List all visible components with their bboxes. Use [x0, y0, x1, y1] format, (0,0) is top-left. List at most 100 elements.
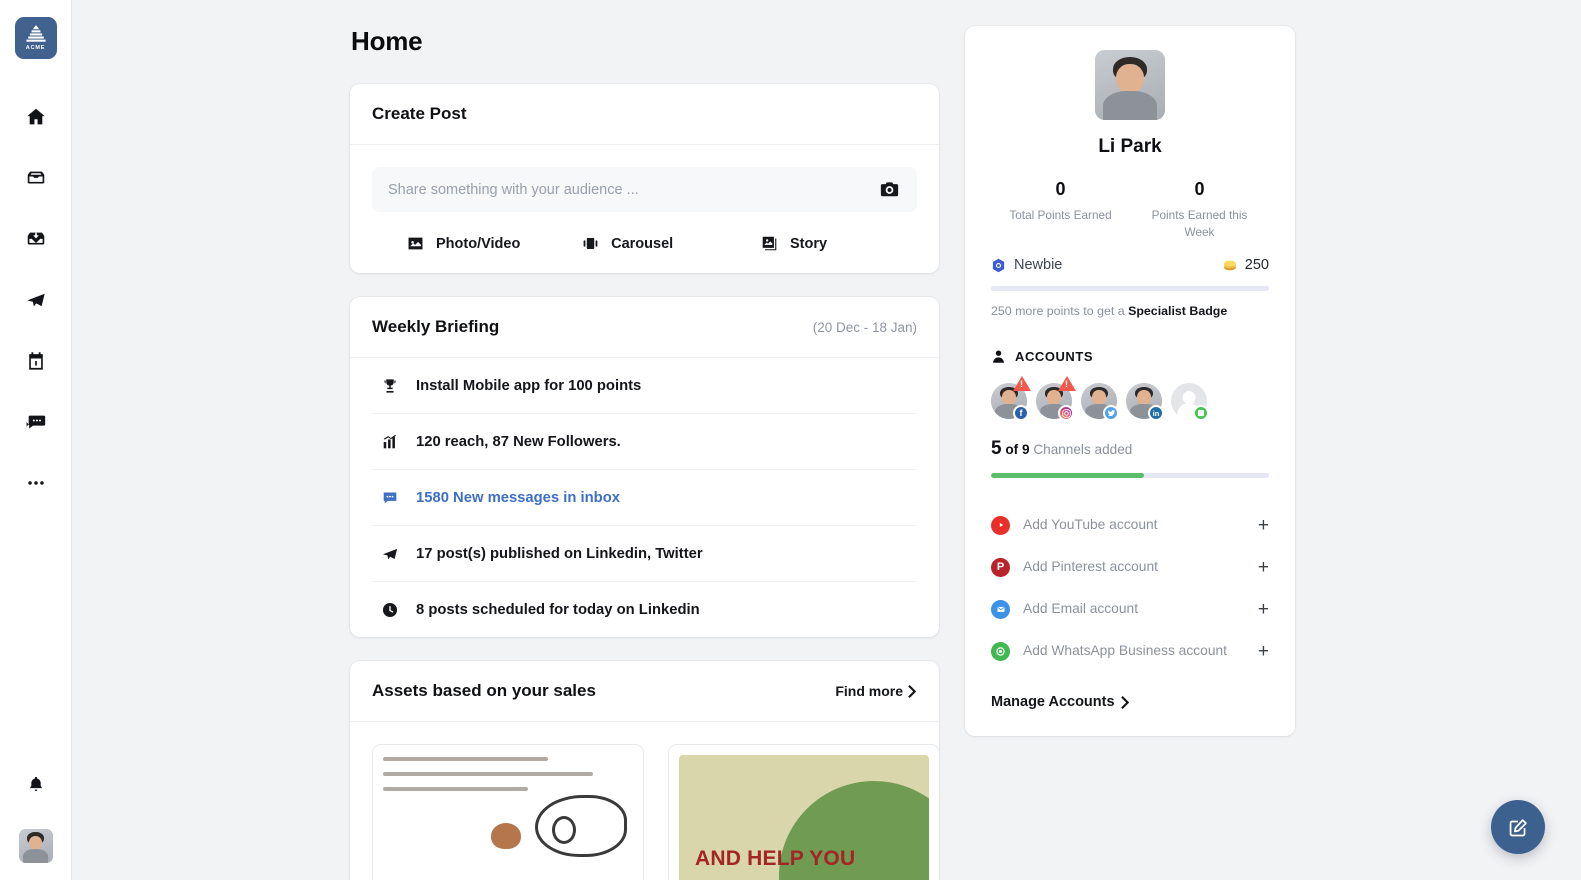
carousel-icon — [583, 237, 598, 250]
content-grid: Home Create Post Share something with yo… — [72, 0, 1581, 880]
sidebar-item-publish[interactable] — [14, 278, 58, 322]
add-pinterest-plus[interactable]: + — [1258, 558, 1269, 577]
add-youtube-account-row[interactable]: Add YouTube account + — [991, 504, 1269, 546]
create-post-body: Photo/Video Carousel Story — [350, 145, 939, 273]
assets-card: Assets based on your sales Find more AND… — [350, 661, 939, 880]
post-text-input[interactable] — [388, 181, 878, 198]
channels-progress-fill — [991, 473, 1144, 479]
briefing-item[interactable]: Install Mobile app for 100 points — [372, 358, 917, 414]
compose-icon — [1509, 818, 1527, 836]
email-icon — [991, 599, 1010, 619]
add-account-list: Add YouTube account + P Add Pinterest ac… — [991, 504, 1269, 672]
asset-card-promo[interactable]: AND HELP YOU — [668, 744, 939, 880]
add-whatsapp-plus[interactable]: + — [1258, 642, 1269, 661]
channels-progress-bar — [991, 473, 1269, 479]
ziggurat-icon — [25, 25, 46, 42]
camera-button[interactable] — [878, 178, 901, 201]
channels-of: of 9 — [1001, 442, 1034, 458]
weekly-briefing-header: Weekly Briefing (20 Dec - 18 Jan) — [350, 297, 939, 358]
profile-stats: 0 Total Points Earned 0 Points Earned th… — [991, 179, 1269, 241]
find-more-button[interactable]: Find more — [835, 683, 917, 699]
stat-value: 0 — [1194, 179, 1205, 199]
asset-card-sketch[interactable] — [372, 744, 644, 880]
briefing-item[interactable]: 120 reach, 87 New Followers. — [372, 414, 917, 470]
stat-value: 0 — [1055, 179, 1066, 199]
weekly-briefing-list: Install Mobile app for 100 points 120 re… — [350, 358, 939, 637]
channels-label: Channels added — [1033, 442, 1133, 458]
account-avatar-instagram[interactable] — [1036, 376, 1076, 422]
compose-fab-button[interactable] — [1491, 800, 1545, 854]
create-post-header: Create Post — [350, 84, 939, 145]
sidebar-item-calendar[interactable] — [14, 339, 58, 383]
main-area: Home Create Post Share something with yo… — [72, 0, 1581, 880]
account-avatar-facebook[interactable]: f — [991, 376, 1031, 422]
paper-plane-icon — [26, 293, 45, 307]
create-post-actions: Photo/Video Carousel Story — [372, 234, 917, 253]
rank-label: Newbie — [1014, 257, 1063, 274]
connected-accounts: f — [991, 376, 1269, 422]
ellipsis-icon — [27, 481, 44, 485]
action-story[interactable]: Story — [760, 234, 909, 253]
next-badge-name: Specialist Badge — [1128, 304, 1228, 319]
sidebar-item-more[interactable] — [14, 461, 58, 505]
add-email-plus[interactable]: + — [1258, 600, 1269, 619]
account-avatar-placeholder[interactable] — [1171, 383, 1209, 422]
next-badge-prefix: 250 more points to get a — [991, 304, 1129, 319]
briefing-item[interactable]: 8 posts scheduled for today on Linkedin — [372, 582, 917, 637]
add-youtube-plus[interactable]: + — [1258, 516, 1269, 535]
manage-accounts-button[interactable]: Manage Accounts — [991, 694, 1269, 710]
notifications-button[interactable] — [14, 763, 58, 807]
story-icon — [762, 236, 777, 251]
acme-logo[interactable]: ACME — [14, 17, 57, 59]
account-avatar-linkedin[interactable]: in — [1126, 383, 1164, 422]
rank-right: 250 — [1222, 257, 1269, 273]
archive-download-icon — [27, 232, 44, 245]
profile-panel: Li Park 0 Total Points Earned 0 Points E… — [965, 26, 1295, 737]
briefing-item[interactable]: 17 post(s) published on Linkedin, Twitte… — [372, 526, 917, 582]
sidebar-item-home[interactable] — [14, 95, 58, 139]
youtube-icon — [991, 515, 1010, 535]
stat-label: Total Points Earned — [1009, 208, 1112, 222]
coin-icon — [1223, 260, 1236, 271]
rank-left: Newbie — [991, 257, 1062, 273]
action-carousel[interactable]: Carousel — [581, 234, 760, 253]
paper-plane-icon — [380, 545, 400, 563]
weekly-briefing-date-range: (20 Dec - 18 Jan) — [812, 319, 917, 335]
action-story-label: Story — [789, 235, 828, 252]
post-composer[interactable] — [372, 167, 917, 212]
add-email-account-row[interactable]: Add Email account + — [991, 588, 1269, 630]
sidebar-item-drafts[interactable] — [14, 217, 58, 261]
sidebar-item-inbox[interactable] — [14, 156, 58, 200]
avatar-face — [18, 829, 53, 863]
assets-body: AND HELP YOU — [350, 722, 939, 880]
manage-accounts-label: Manage Accounts — [991, 694, 1115, 711]
create-post-title: Create Post — [372, 104, 467, 123]
account-avatar-twitter[interactable] — [1081, 383, 1119, 422]
coin-value: 250 — [1244, 257, 1269, 274]
channels-count: 5 of 9 Channels added — [991, 438, 1269, 460]
profile-avatar[interactable] — [1095, 50, 1165, 120]
next-badge-text: 250 more points to get a Specialist Badg… — [991, 304, 1269, 318]
left-nav-rail: ACME — [0, 0, 72, 880]
add-whatsapp-account-row[interactable]: Add WhatsApp Business account + — [991, 630, 1269, 672]
action-photo-video[interactable]: Photo/Video — [380, 234, 581, 253]
messenger-badge-icon — [1193, 405, 1209, 422]
avatar-face — [1095, 50, 1165, 120]
weekly-briefing-card: Weekly Briefing (20 Dec - 18 Jan) Instal… — [350, 297, 939, 637]
briefing-item-link[interactable]: 1580 New messages in inbox — [372, 470, 917, 526]
briefing-item-text: 1580 New messages in inbox — [416, 490, 620, 506]
warning-triangle-icon — [1013, 376, 1031, 392]
warning-triangle-icon — [1058, 376, 1076, 392]
profile-avatar-rail[interactable] — [18, 829, 53, 863]
chevron-right-icon — [908, 684, 917, 698]
logo-text: ACME — [25, 45, 46, 51]
gem-badge-icon — [992, 258, 1005, 272]
sidebar-item-messages[interactable] — [14, 400, 58, 444]
camera-icon — [880, 182, 899, 197]
rank-row: Newbie 250 — [991, 257, 1269, 273]
add-pinterest-account-row[interactable]: P Add Pinterest account + — [991, 546, 1269, 588]
page-title: Home — [351, 26, 423, 56]
chevron-right-icon — [1120, 695, 1129, 709]
home-icon — [26, 108, 45, 125]
clock-icon — [380, 601, 400, 619]
